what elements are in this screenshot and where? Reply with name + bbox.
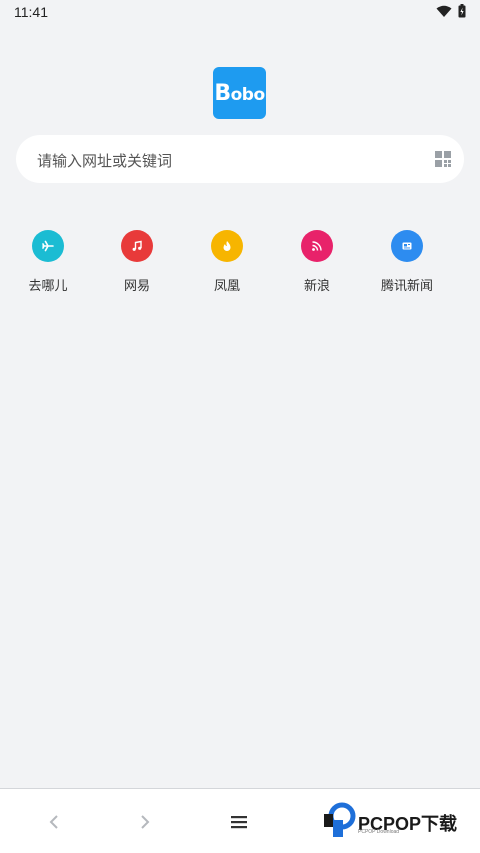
- music-note-icon: [132, 240, 142, 251]
- news-icon: [402, 242, 412, 250]
- forward-icon: [141, 815, 150, 829]
- battery-icon: [458, 4, 466, 18]
- shortcut-icon-bg: [301, 230, 333, 262]
- shortcut-label: 网易: [123, 278, 150, 293]
- status-time: 11:41: [14, 4, 48, 20]
- shortcut-label: 凤凰: [213, 278, 240, 293]
- shortcut-grid: 去哪儿 网易 凤凰 新浪 腾讯新闻: [0, 230, 480, 300]
- shortcut-icon-bg: [32, 230, 64, 262]
- qr-code-icon[interactable]: [435, 151, 451, 167]
- back-icon: [49, 815, 58, 829]
- shortcut-ifeng[interactable]: 凤凰: [187, 230, 267, 294]
- logo-text: Bobo: [214, 80, 265, 106]
- watermark-subtext: PCPOP Download: [358, 829, 400, 835]
- shortcut-label: 去哪儿: [28, 278, 68, 293]
- status-bar: 11:41: [0, 0, 480, 24]
- rss-icon: [312, 241, 322, 251]
- shortcut-icon-bg: [211, 230, 243, 262]
- shortcut-label: 腾讯新闻: [380, 278, 433, 293]
- wifi-icon: [436, 5, 452, 17]
- search-input[interactable]: 请输入网址或关键词: [37, 150, 172, 171]
- flame-icon: [223, 241, 231, 251]
- app-logo: Bobo: [213, 67, 266, 119]
- shortcut-netease[interactable]: 网易: [97, 230, 177, 294]
- shortcut-sina[interactable]: 新浪: [277, 230, 357, 294]
- search-bar[interactable]: 请输入网址或关键词: [16, 135, 464, 183]
- back-button[interactable]: [39, 807, 69, 837]
- shortcut-tencent-news[interactable]: 腾讯新闻: [367, 230, 447, 294]
- pcpop-logo-icon: [324, 802, 356, 837]
- forward-button[interactable]: [130, 807, 160, 837]
- shortcut-qunar[interactable]: 去哪儿: [8, 230, 88, 294]
- status-icons: [436, 4, 466, 18]
- shortcut-icon-bg: [391, 230, 423, 262]
- shortcut-label: 新浪: [303, 278, 330, 293]
- menu-button[interactable]: [224, 807, 254, 837]
- shortcut-icon-bg: [121, 230, 153, 262]
- airplane-icon: [42, 240, 54, 252]
- watermark: PCPOP下载 PCPOP Download: [322, 802, 472, 840]
- menu-icon: [231, 816, 247, 829]
